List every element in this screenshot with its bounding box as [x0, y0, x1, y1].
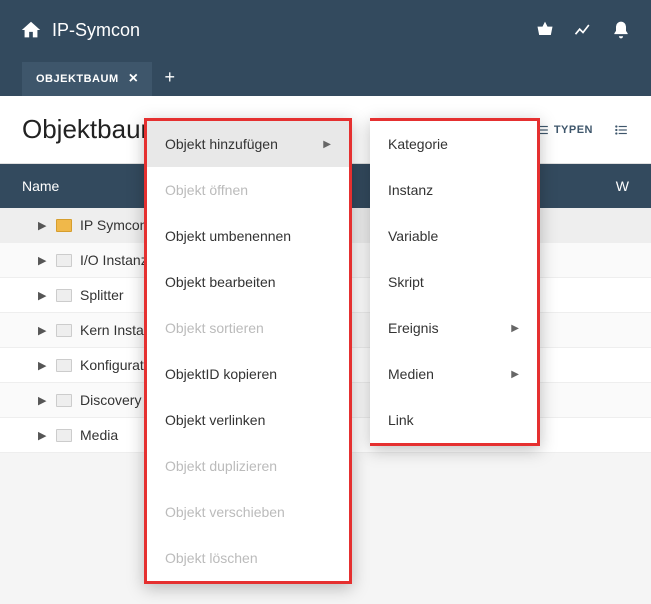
submenu-item[interactable]: Medien ▶: [370, 351, 537, 397]
folder-icon: [56, 324, 72, 337]
home-icon: [20, 19, 42, 41]
context-item-label: ObjektID kopieren: [165, 366, 277, 382]
tabs-bar: OBJEKTBAUM × +: [0, 60, 651, 96]
context-item-label: Objekt öffnen: [165, 182, 248, 198]
basket-icon[interactable]: [535, 20, 555, 40]
context-item[interactable]: ObjektID kopieren: [147, 351, 349, 397]
tree-item-label: IP Symcon: [80, 217, 147, 233]
app-header: IP-Symcon: [0, 0, 651, 60]
app-logo: IP-Symcon: [20, 19, 140, 41]
context-item[interactable]: Objekt umbenennen: [147, 213, 349, 259]
submenu-item[interactable]: Skript: [370, 259, 537, 305]
submenu-item[interactable]: Instanz: [370, 167, 537, 213]
folder-icon: [56, 219, 72, 232]
chevron-right-icon: ▶: [38, 429, 48, 442]
context-item-label: Objekt umbenennen: [165, 228, 291, 244]
typen-label: TYPEN: [554, 124, 593, 136]
close-icon[interactable]: ×: [129, 71, 139, 87]
page-title: Objektbaum: [22, 114, 162, 145]
context-item: Objekt löschen: [147, 535, 349, 581]
context-item[interactable]: Objekt hinzufügen ▶: [147, 121, 349, 167]
context-item-label: Objekt verschieben: [165, 504, 285, 520]
title-actions: TYPEN: [534, 123, 629, 137]
chevron-right-icon: ▶: [38, 254, 48, 267]
submenu-item-label: Link: [388, 412, 414, 428]
context-item[interactable]: Objekt verlinken: [147, 397, 349, 443]
chevron-right-icon: ▶: [38, 219, 48, 232]
chevron-right-icon: ▶: [511, 323, 519, 334]
context-item-label: Objekt löschen: [165, 550, 258, 566]
context-submenu: KategorieInstanzVariableSkriptEreignis▶M…: [370, 118, 540, 446]
context-item: Objekt sortieren: [147, 305, 349, 351]
context-item: Objekt verschieben: [147, 489, 349, 535]
submenu-item-label: Skript: [388, 274, 424, 290]
submenu-item-label: Kategorie: [388, 136, 448, 152]
folder-icon: [56, 289, 72, 302]
secondary-list-button[interactable]: [613, 123, 629, 137]
add-tab-button[interactable]: +: [152, 59, 187, 96]
list-icon: [613, 123, 629, 137]
submenu-item[interactable]: Ereignis ▶: [370, 305, 537, 351]
tab-objektbaum[interactable]: OBJEKTBAUM ×: [22, 62, 152, 96]
context-menu: Objekt hinzufügen ▶ Objekt öffnen Objekt um…: [144, 118, 352, 584]
context-item-label: Objekt duplizieren: [165, 458, 277, 474]
folder-icon: [56, 394, 72, 407]
submenu-item[interactable]: Kategorie: [370, 121, 537, 167]
tab-label: OBJEKTBAUM: [36, 73, 119, 85]
context-item[interactable]: Objekt bearbeiten: [147, 259, 349, 305]
submenu-item[interactable]: Variable: [370, 213, 537, 259]
header-actions: [535, 20, 631, 40]
context-item-label: Objekt hinzufügen: [165, 136, 278, 152]
folder-icon: [56, 359, 72, 372]
folder-icon: [56, 429, 72, 442]
tree-item-label: Discovery: [80, 392, 141, 408]
submenu-item-label: Medien: [388, 366, 434, 382]
brand-text: IP-Symcon: [52, 20, 140, 41]
typen-button[interactable]: TYPEN: [534, 123, 593, 137]
chevron-right-icon: ▶: [38, 289, 48, 302]
folder-icon: [56, 254, 72, 267]
column-w: W: [616, 178, 629, 194]
chevron-right-icon: ▶: [38, 394, 48, 407]
bell-icon[interactable]: [611, 20, 631, 40]
submenu-item-label: Variable: [388, 228, 438, 244]
tree-item-label: Media: [80, 427, 118, 443]
submenu-item-label: Instanz: [388, 182, 433, 198]
context-item: Objekt duplizieren: [147, 443, 349, 489]
chart-icon[interactable]: [573, 20, 593, 40]
chevron-right-icon: ▶: [511, 369, 519, 380]
chevron-right-icon: ▶: [323, 139, 331, 150]
context-item-label: Objekt sortieren: [165, 320, 264, 336]
context-item-label: Objekt verlinken: [165, 412, 265, 428]
chevron-right-icon: ▶: [38, 324, 48, 337]
submenu-item[interactable]: Link: [370, 397, 537, 443]
submenu-item-label: Ereignis: [388, 320, 439, 336]
tree-item-label: Splitter: [80, 287, 124, 303]
context-item-label: Objekt bearbeiten: [165, 274, 276, 290]
context-item: Objekt öffnen: [147, 167, 349, 213]
chevron-right-icon: ▶: [38, 359, 48, 372]
